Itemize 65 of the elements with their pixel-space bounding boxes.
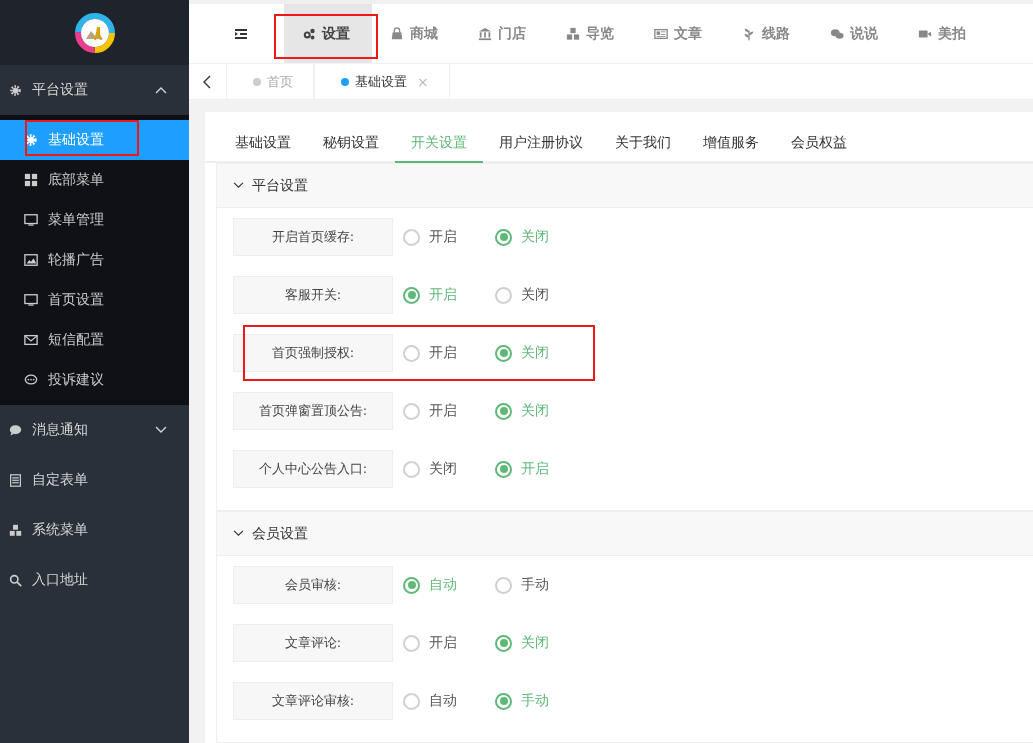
tab[interactable]: 增值服务 [687, 134, 775, 163]
sidebar-group[interactable]: 系统菜单 [0, 505, 189, 555]
section-header[interactable]: 会员设置 [217, 512, 1033, 556]
field-label: 开启首页缓存: [233, 218, 393, 256]
field-label: 客服开关: [233, 276, 393, 314]
field-label: 会员审核: [233, 566, 393, 604]
field-label: 首页弹窗置顶公告: [233, 392, 393, 430]
shopping-bag-icon [390, 26, 404, 41]
sidebar-group[interactable]: 自定表单 [0, 455, 189, 505]
monitor-icon [24, 293, 38, 307]
form-icon [9, 473, 22, 487]
image-icon [24, 253, 38, 267]
tab[interactable]: 用户注册协议 [483, 134, 599, 163]
radio-option[interactable]: 开启 [403, 402, 495, 420]
cubes-icon [9, 523, 22, 537]
grid-icon [24, 173, 38, 187]
nav-item[interactable]: 设置 [284, 4, 372, 64]
sidebar-item[interactable]: 底部菜单 [0, 160, 189, 200]
nav-item[interactable]: 文章 [636, 4, 724, 64]
field-label: 个人中心公告入口: [233, 450, 393, 488]
radio-option[interactable]: 开启 [403, 634, 495, 652]
search-icon [9, 573, 22, 587]
radio-option[interactable]: 开启 [403, 228, 495, 246]
page-tab[interactable]: 基础设置 × [314, 64, 450, 99]
newspaper-icon [654, 26, 668, 41]
radio-option[interactable]: 开启 [403, 344, 495, 362]
sidebar-group[interactable]: 平台设置 [0, 65, 189, 115]
gears-icon [302, 26, 316, 41]
logo-icon [74, 12, 115, 53]
nav-item[interactable]: 美拍 [900, 4, 988, 64]
tab[interactable]: 关于我们 [599, 134, 687, 163]
radio-option[interactable]: 关闭 [403, 460, 495, 478]
speech-bubble-icon [9, 423, 22, 437]
sidebar-item[interactable]: 菜单管理 [0, 200, 189, 240]
chat-bubbles-icon [830, 26, 844, 41]
monitor-icon [24, 213, 38, 227]
comment-icon [24, 373, 38, 387]
tab[interactable]: 基础设置 [219, 134, 307, 163]
section-header[interactable]: 平台设置 [217, 164, 1033, 208]
plant-icon [742, 26, 756, 41]
gear-icon [24, 133, 38, 147]
radio-option[interactable]: 手动 [495, 576, 587, 594]
nav-item[interactable]: 说说 [812, 4, 900, 64]
sidebar-item[interactable]: 投诉建议 [0, 360, 189, 400]
tab[interactable]: 会员权益 [775, 134, 863, 163]
tab[interactable]: 秘钥设置 [307, 134, 395, 163]
nav-item[interactable]: 线路 [724, 4, 812, 64]
nav-item[interactable]: 门店 [460, 4, 548, 64]
sidebar-item[interactable]: 首页设置 [0, 280, 189, 320]
radio-option[interactable]: 关闭 [495, 286, 587, 304]
envelope-icon [24, 333, 38, 347]
nav-item[interactable]: 商城 [372, 4, 460, 64]
sidebar-group[interactable]: 入口地址 [0, 555, 189, 605]
chevron-left-icon[interactable] [203, 74, 211, 89]
field-label: 文章评论审核: [233, 682, 393, 720]
field-label: 首页强制授权: [233, 334, 393, 372]
bank-icon [478, 26, 492, 41]
field-label: 文章评论: [233, 624, 393, 662]
sidebar-item[interactable]: 轮播广告 [0, 240, 189, 280]
nav-item[interactable]: 导览 [548, 4, 636, 64]
gear-icon [9, 83, 22, 97]
radio-option[interactable]: 自动 [403, 692, 495, 710]
sidebar-group[interactable]: 消息通知 [0, 405, 189, 455]
sidebar-item[interactable]: 短信配置 [0, 320, 189, 360]
cubes-icon [566, 26, 580, 41]
